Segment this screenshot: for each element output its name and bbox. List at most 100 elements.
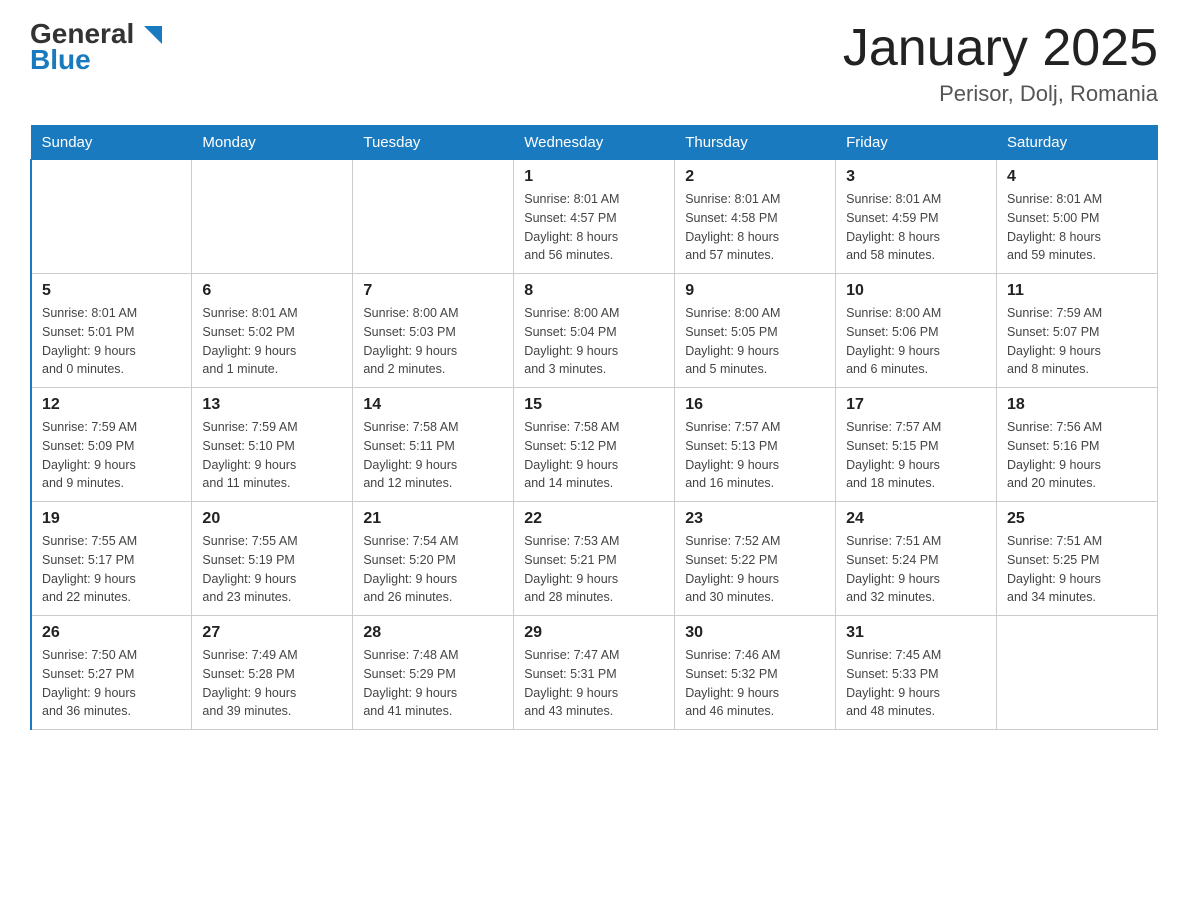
- day-number: 16: [685, 396, 825, 414]
- day-cell-24: 24 Sunrise: 7:51 AM Sunset: 5:24 PM Dayli…: [836, 502, 997, 616]
- day-number: 24: [846, 510, 986, 528]
- day-number: 21: [363, 510, 503, 528]
- day-number: 27: [202, 624, 342, 642]
- day-cell-19: 19 Sunrise: 7:55 AM Sunset: 5:17 PM Dayli…: [31, 502, 192, 616]
- day-number: 28: [363, 624, 503, 642]
- day-number: 13: [202, 396, 342, 414]
- day-info: Sunrise: 8:01 AM Sunset: 5:00 PM Dayligh…: [1007, 190, 1147, 265]
- day-cell-11: 11 Sunrise: 7:59 AM Sunset: 5:07 PM Dayli…: [997, 274, 1158, 388]
- logo-blue-text: Blue: [30, 46, 162, 74]
- week-row-4: 19 Sunrise: 7:55 AM Sunset: 5:17 PM Dayli…: [31, 502, 1158, 616]
- day-cell-18: 18 Sunrise: 7:56 AM Sunset: 5:16 PM Dayli…: [997, 388, 1158, 502]
- day-number: 3: [846, 168, 986, 186]
- day-info: Sunrise: 7:59 AM Sunset: 5:10 PM Dayligh…: [202, 418, 342, 493]
- day-info: Sunrise: 7:50 AM Sunset: 5:27 PM Dayligh…: [42, 646, 181, 721]
- header-day-monday: Monday: [192, 126, 353, 160]
- day-cell-empty-0-2: [353, 160, 514, 274]
- day-number: 20: [202, 510, 342, 528]
- day-number: 18: [1007, 396, 1147, 414]
- day-cell-empty-0-1: [192, 160, 353, 274]
- day-info: Sunrise: 7:56 AM Sunset: 5:16 PM Dayligh…: [1007, 418, 1147, 493]
- day-cell-28: 28 Sunrise: 7:48 AM Sunset: 5:29 PM Dayli…: [353, 616, 514, 730]
- day-cell-4: 4 Sunrise: 8:01 AM Sunset: 5:00 PM Daylig…: [997, 160, 1158, 274]
- day-number: 17: [846, 396, 986, 414]
- day-cell-25: 25Sunrise: 7:51 AM Sunset: 5:25 PM Dayli…: [997, 502, 1158, 616]
- day-number: 7: [363, 282, 503, 300]
- day-info: Sunrise: 8:01 AM Sunset: 5:02 PM Dayligh…: [202, 304, 342, 379]
- day-cell-10: 10Sunrise: 8:00 AM Sunset: 5:06 PM Dayli…: [836, 274, 997, 388]
- day-number: 14: [363, 396, 503, 414]
- day-info: Sunrise: 7:57 AM Sunset: 5:13 PM Dayligh…: [685, 418, 825, 493]
- day-cell-16: 16 Sunrise: 7:57 AM Sunset: 5:13 PM Dayli…: [675, 388, 836, 502]
- day-cell-15: 15Sunrise: 7:58 AM Sunset: 5:12 PM Dayli…: [514, 388, 675, 502]
- week-row-1: 1Sunrise: 8:01 AM Sunset: 4:57 PM Daylig…: [31, 160, 1158, 274]
- week-row-5: 26Sunrise: 7:50 AM Sunset: 5:27 PM Dayli…: [31, 616, 1158, 730]
- day-info: Sunrise: 7:52 AM Sunset: 5:22 PM Dayligh…: [685, 532, 825, 607]
- day-cell-23: 23 Sunrise: 7:52 AM Sunset: 5:22 PM Dayli…: [675, 502, 836, 616]
- day-info: Sunrise: 7:59 AM Sunset: 5:09 PM Dayligh…: [42, 418, 181, 493]
- day-cell-26: 26Sunrise: 7:50 AM Sunset: 5:27 PM Dayli…: [31, 616, 192, 730]
- day-info: Sunrise: 7:57 AM Sunset: 5:15 PM Dayligh…: [846, 418, 986, 493]
- day-info: Sunrise: 7:48 AM Sunset: 5:29 PM Dayligh…: [363, 646, 503, 721]
- day-number: 4: [1007, 168, 1147, 186]
- header-day-sunday: Sunday: [31, 126, 192, 160]
- day-cell-9: 9 Sunrise: 8:00 AM Sunset: 5:05 PM Daylig…: [675, 274, 836, 388]
- calendar-subtitle: Perisor, Dolj, Romania: [843, 81, 1158, 107]
- day-info: Sunrise: 7:49 AM Sunset: 5:28 PM Dayligh…: [202, 646, 342, 721]
- day-number: 1: [524, 168, 664, 186]
- day-info: Sunrise: 8:01 AM Sunset: 4:59 PM Dayligh…: [846, 190, 986, 265]
- day-number: 31: [846, 624, 986, 642]
- header-day-thursday: Thursday: [675, 126, 836, 160]
- day-cell-17: 17 Sunrise: 7:57 AM Sunset: 5:15 PM Dayli…: [836, 388, 997, 502]
- day-cell-13: 13 Sunrise: 7:59 AM Sunset: 5:10 PM Dayli…: [192, 388, 353, 502]
- day-cell-21: 21 Sunrise: 7:54 AM Sunset: 5:20 PM Dayli…: [353, 502, 514, 616]
- day-cell-3: 3 Sunrise: 8:01 AM Sunset: 4:59 PM Daylig…: [836, 160, 997, 274]
- header-day-tuesday: Tuesday: [353, 126, 514, 160]
- header-day-friday: Friday: [836, 126, 997, 160]
- day-cell-1: 1Sunrise: 8:01 AM Sunset: 4:57 PM Daylig…: [514, 160, 675, 274]
- day-number: 11: [1007, 282, 1147, 300]
- day-info: Sunrise: 7:54 AM Sunset: 5:20 PM Dayligh…: [363, 532, 503, 607]
- day-info: Sunrise: 7:58 AM Sunset: 5:11 PM Dayligh…: [363, 418, 503, 493]
- day-number: 9: [685, 282, 825, 300]
- day-info: Sunrise: 7:47 AM Sunset: 5:31 PM Dayligh…: [524, 646, 664, 721]
- calendar-table: SundayMondayTuesdayWednesdayThursdayFrid…: [30, 125, 1158, 730]
- day-cell-30: 30 Sunrise: 7:46 AM Sunset: 5:32 PM Dayli…: [675, 616, 836, 730]
- day-number: 30: [685, 624, 825, 642]
- header-day-saturday: Saturday: [997, 126, 1158, 160]
- day-info: Sunrise: 7:51 AM Sunset: 5:24 PM Dayligh…: [846, 532, 986, 607]
- title-block: January 2025 Perisor, Dolj, Romania: [843, 20, 1158, 107]
- day-cell-29: 29 Sunrise: 7:47 AM Sunset: 5:31 PM Dayli…: [514, 616, 675, 730]
- day-number: 19: [42, 510, 181, 528]
- day-info: Sunrise: 8:01 AM Sunset: 5:01 PM Dayligh…: [42, 304, 181, 379]
- header-day-wednesday: Wednesday: [514, 126, 675, 160]
- day-info: Sunrise: 8:01 AM Sunset: 4:58 PM Dayligh…: [685, 190, 825, 265]
- day-cell-7: 7 Sunrise: 8:00 AM Sunset: 5:03 PM Daylig…: [353, 274, 514, 388]
- day-info: Sunrise: 7:59 AM Sunset: 5:07 PM Dayligh…: [1007, 304, 1147, 379]
- day-cell-22: 22 Sunrise: 7:53 AM Sunset: 5:21 PM Dayli…: [514, 502, 675, 616]
- page-header: General Blue January 2025 Perisor, Dolj,…: [30, 20, 1158, 107]
- day-info: Sunrise: 7:55 AM Sunset: 5:19 PM Dayligh…: [202, 532, 342, 607]
- week-row-2: 5 Sunrise: 8:01 AM Sunset: 5:01 PM Daylig…: [31, 274, 1158, 388]
- day-number: 5: [42, 282, 181, 300]
- day-info: Sunrise: 7:46 AM Sunset: 5:32 PM Dayligh…: [685, 646, 825, 721]
- header-row: SundayMondayTuesdayWednesdayThursdayFrid…: [31, 126, 1158, 160]
- day-cell-12: 12Sunrise: 7:59 AM Sunset: 5:09 PM Dayli…: [31, 388, 192, 502]
- day-cell-5: 5 Sunrise: 8:01 AM Sunset: 5:01 PM Daylig…: [31, 274, 192, 388]
- day-info: Sunrise: 7:55 AM Sunset: 5:17 PM Dayligh…: [42, 532, 181, 607]
- day-info: Sunrise: 8:00 AM Sunset: 5:06 PM Dayligh…: [846, 304, 986, 379]
- day-number: 15: [524, 396, 664, 414]
- day-number: 22: [524, 510, 664, 528]
- day-cell-2: 2 Sunrise: 8:01 AM Sunset: 4:58 PM Daylig…: [675, 160, 836, 274]
- day-number: 2: [685, 168, 825, 186]
- day-number: 23: [685, 510, 825, 528]
- day-info: Sunrise: 8:00 AM Sunset: 5:03 PM Dayligh…: [363, 304, 503, 379]
- logo: General Blue: [30, 20, 162, 74]
- day-cell-14: 14 Sunrise: 7:58 AM Sunset: 5:11 PM Dayli…: [353, 388, 514, 502]
- day-info: Sunrise: 8:00 AM Sunset: 5:04 PM Dayligh…: [524, 304, 664, 379]
- day-number: 29: [524, 624, 664, 642]
- day-number: 6: [202, 282, 342, 300]
- day-info: Sunrise: 8:00 AM Sunset: 5:05 PM Dayligh…: [685, 304, 825, 379]
- day-info: Sunrise: 7:53 AM Sunset: 5:21 PM Dayligh…: [524, 532, 664, 607]
- day-cell-20: 20 Sunrise: 7:55 AM Sunset: 5:19 PM Dayli…: [192, 502, 353, 616]
